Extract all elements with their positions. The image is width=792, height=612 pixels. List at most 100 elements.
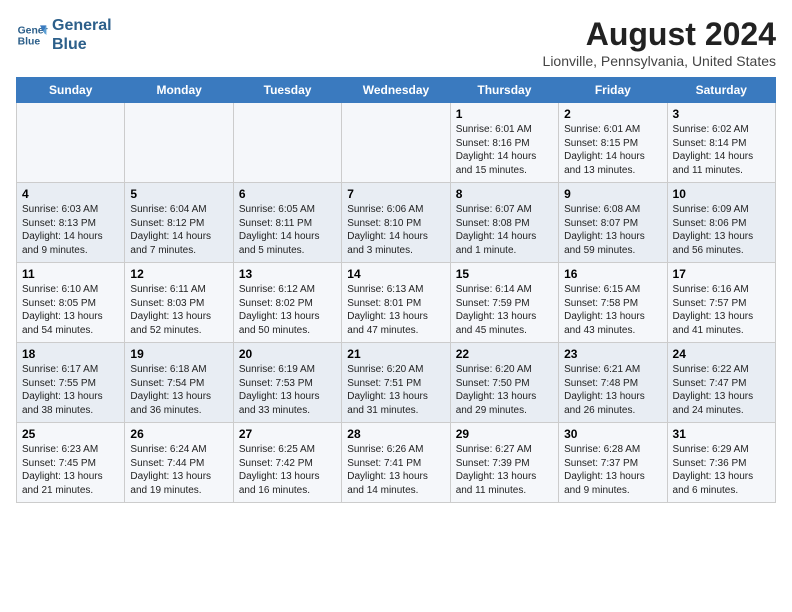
day-info: Sunrise: 6:13 AM Sunset: 8:01 PM Dayligh… [347, 283, 444, 337]
calendar-cell: 22Sunrise: 6:20 AM Sunset: 7:50 PM Dayli… [450, 343, 558, 423]
day-number: 8 [456, 187, 553, 201]
day-info: Sunrise: 6:08 AM Sunset: 8:07 PM Dayligh… [564, 203, 661, 257]
calendar-cell: 1 Sunrise: 6:01 AM Sunset: 8:16 PM Daylig… [450, 103, 558, 183]
day-number: 25 [22, 427, 119, 441]
calendar-cell: 7 Sunrise: 6:06 AM Sunset: 8:10 PM Daylig… [342, 183, 450, 263]
day-number: 21 [347, 347, 444, 361]
day-number: 1 [456, 107, 553, 121]
day-number: 7 [347, 187, 444, 201]
calendar-cell: 5 Sunrise: 6:04 AM Sunset: 8:12 PM Daylig… [125, 183, 233, 263]
day-info: Sunrise: 6:02 AM Sunset: 8:14 PM Dayligh… [673, 123, 770, 177]
calendar-cell: 3 Sunrise: 6:02 AM Sunset: 8:14 PM Daylig… [667, 103, 775, 183]
calendar-cell: 20Sunrise: 6:19 AM Sunset: 7:53 PM Dayli… [233, 343, 341, 423]
day-info: Sunrise: 6:22 AM Sunset: 7:47 PM Dayligh… [673, 363, 770, 417]
location: Lionville, Pennsylvania, United States [543, 53, 776, 69]
day-info: Sunrise: 6:23 AM Sunset: 7:45 PM Dayligh… [22, 443, 119, 497]
calendar-cell: 8 Sunrise: 6:07 AM Sunset: 8:08 PM Daylig… [450, 183, 558, 263]
day-info: Sunrise: 6:03 AM Sunset: 8:13 PM Dayligh… [22, 203, 119, 257]
weekday-header: Tuesday [233, 78, 341, 103]
day-info: Sunrise: 6:14 AM Sunset: 7:59 PM Dayligh… [456, 283, 553, 337]
day-info: Sunrise: 6:12 AM Sunset: 8:02 PM Dayligh… [239, 283, 336, 337]
day-number: 10 [673, 187, 770, 201]
day-number: 20 [239, 347, 336, 361]
day-number: 28 [347, 427, 444, 441]
calendar-cell [233, 103, 341, 183]
calendar-cell: 16 Sunrise: 6:15 AM Sunset: 7:58 PM Dayli… [559, 263, 667, 343]
weekday-header: Sunday [17, 78, 125, 103]
calendar-cell: 4 Sunrise: 6:03 AM Sunset: 8:13 PM Daylig… [17, 183, 125, 263]
calendar-cell: 21 Sunrise: 6:20 AM Sunset: 7:51 PM Dayli… [342, 343, 450, 423]
day-number: 3 [673, 107, 770, 121]
day-number: 13 [239, 267, 336, 281]
day-number: 18 [22, 347, 119, 361]
day-number: 24 [673, 347, 770, 361]
day-number: 5 [130, 187, 227, 201]
calendar-cell: 13 Sunrise: 6:12 AM Sunset: 8:02 PM Dayli… [233, 263, 341, 343]
calendar-cell: 11 Sunrise: 6:10 AM Sunset: 8:05 PM Dayli… [17, 263, 125, 343]
calendar-cell: 19 Sunrise: 6:18 AM Sunset: 7:54 PM Dayli… [125, 343, 233, 423]
calendar-cell: 15Sunrise: 6:14 AM Sunset: 7:59 PM Dayli… [450, 263, 558, 343]
day-number: 4 [22, 187, 119, 201]
svg-text:Blue: Blue [18, 37, 41, 48]
title-block: August 2024 Lionville, Pennsylvania, Uni… [543, 16, 776, 69]
calendar-cell: 18 Sunrise: 6:17 AM Sunset: 7:55 PM Dayli… [17, 343, 125, 423]
calendar-cell [125, 103, 233, 183]
day-info: Sunrise: 6:28 AM Sunset: 7:37 PM Dayligh… [564, 443, 661, 497]
calendar-cell: 29 Sunrise: 6:27 AM Sunset: 7:39 PM Dayli… [450, 423, 558, 503]
day-info: Sunrise: 6:29 AM Sunset: 7:36 PM Dayligh… [673, 443, 770, 497]
logo-icon: General Blue [16, 19, 48, 51]
day-number: 23 [564, 347, 661, 361]
weekday-header: Saturday [667, 78, 775, 103]
day-info: Sunrise: 6:20 AM Sunset: 7:50 PM Dayligh… [456, 363, 553, 417]
day-info: Sunrise: 6:24 AM Sunset: 7:44 PM Dayligh… [130, 443, 227, 497]
day-info: Sunrise: 6:05 AM Sunset: 8:11 PM Dayligh… [239, 203, 336, 257]
day-number: 11 [22, 267, 119, 281]
day-number: 16 [564, 267, 661, 281]
day-number: 19 [130, 347, 227, 361]
day-info: Sunrise: 6:20 AM Sunset: 7:51 PM Dayligh… [347, 363, 444, 417]
calendar-cell: 28Sunrise: 6:26 AM Sunset: 7:41 PM Dayli… [342, 423, 450, 503]
logo-general: General [52, 16, 112, 35]
calendar-cell: 24 Sunrise: 6:22 AM Sunset: 7:47 PM Dayli… [667, 343, 775, 423]
day-info: Sunrise: 6:07 AM Sunset: 8:08 PM Dayligh… [456, 203, 553, 257]
calendar-cell: 6 Sunrise: 6:05 AM Sunset: 8:11 PM Daylig… [233, 183, 341, 263]
weekday-header: Friday [559, 78, 667, 103]
day-info: Sunrise: 6:16 AM Sunset: 7:57 PM Dayligh… [673, 283, 770, 337]
day-number: 30 [564, 427, 661, 441]
weekday-header: Wednesday [342, 78, 450, 103]
day-info: Sunrise: 6:06 AM Sunset: 8:10 PM Dayligh… [347, 203, 444, 257]
calendar-cell: 25 Sunrise: 6:23 AM Sunset: 7:45 PM Dayli… [17, 423, 125, 503]
day-number: 17 [673, 267, 770, 281]
day-info: Sunrise: 6:11 AM Sunset: 8:03 PM Dayligh… [130, 283, 227, 337]
calendar-cell: 17 Sunrise: 6:16 AM Sunset: 7:57 PM Dayli… [667, 263, 775, 343]
day-info: Sunrise: 6:21 AM Sunset: 7:48 PM Dayligh… [564, 363, 661, 417]
day-info: Sunrise: 6:09 AM Sunset: 8:06 PM Dayligh… [673, 203, 770, 257]
day-info: Sunrise: 6:27 AM Sunset: 7:39 PM Dayligh… [456, 443, 553, 497]
calendar-cell: 31 Sunrise: 6:29 AM Sunset: 7:36 PM Dayli… [667, 423, 775, 503]
calendar-cell [17, 103, 125, 183]
calendar-cell: 9 Sunrise: 6:08 AM Sunset: 8:07 PM Daylig… [559, 183, 667, 263]
day-number: 29 [456, 427, 553, 441]
weekday-header: Thursday [450, 78, 558, 103]
day-info: Sunrise: 6:01 AM Sunset: 8:16 PM Dayligh… [456, 123, 553, 177]
day-info: Sunrise: 6:25 AM Sunset: 7:42 PM Dayligh… [239, 443, 336, 497]
day-number: 6 [239, 187, 336, 201]
calendar-cell: 10 Sunrise: 6:09 AM Sunset: 8:06 PM Dayli… [667, 183, 775, 263]
day-number: 9 [564, 187, 661, 201]
day-number: 14 [347, 267, 444, 281]
calendar-cell: 14 Sunrise: 6:13 AM Sunset: 8:01 PM Dayli… [342, 263, 450, 343]
day-info: Sunrise: 6:15 AM Sunset: 7:58 PM Dayligh… [564, 283, 661, 337]
day-number: 31 [673, 427, 770, 441]
calendar-cell: 2Sunrise: 6:01 AM Sunset: 8:15 PM Daylig… [559, 103, 667, 183]
day-info: Sunrise: 6:04 AM Sunset: 8:12 PM Dayligh… [130, 203, 227, 257]
day-info: Sunrise: 6:18 AM Sunset: 7:54 PM Dayligh… [130, 363, 227, 417]
calendar-cell [342, 103, 450, 183]
weekday-header: Monday [125, 78, 233, 103]
month-year: August 2024 [543, 16, 776, 53]
page-header: General Blue General Blue August 2024 Li… [16, 16, 776, 69]
day-info: Sunrise: 6:01 AM Sunset: 8:15 PM Dayligh… [564, 123, 661, 177]
calendar-cell: 26Sunrise: 6:24 AM Sunset: 7:44 PM Dayli… [125, 423, 233, 503]
day-info: Sunrise: 6:10 AM Sunset: 8:05 PM Dayligh… [22, 283, 119, 337]
calendar-cell: 12Sunrise: 6:11 AM Sunset: 8:03 PM Dayli… [125, 263, 233, 343]
day-info: Sunrise: 6:17 AM Sunset: 7:55 PM Dayligh… [22, 363, 119, 417]
